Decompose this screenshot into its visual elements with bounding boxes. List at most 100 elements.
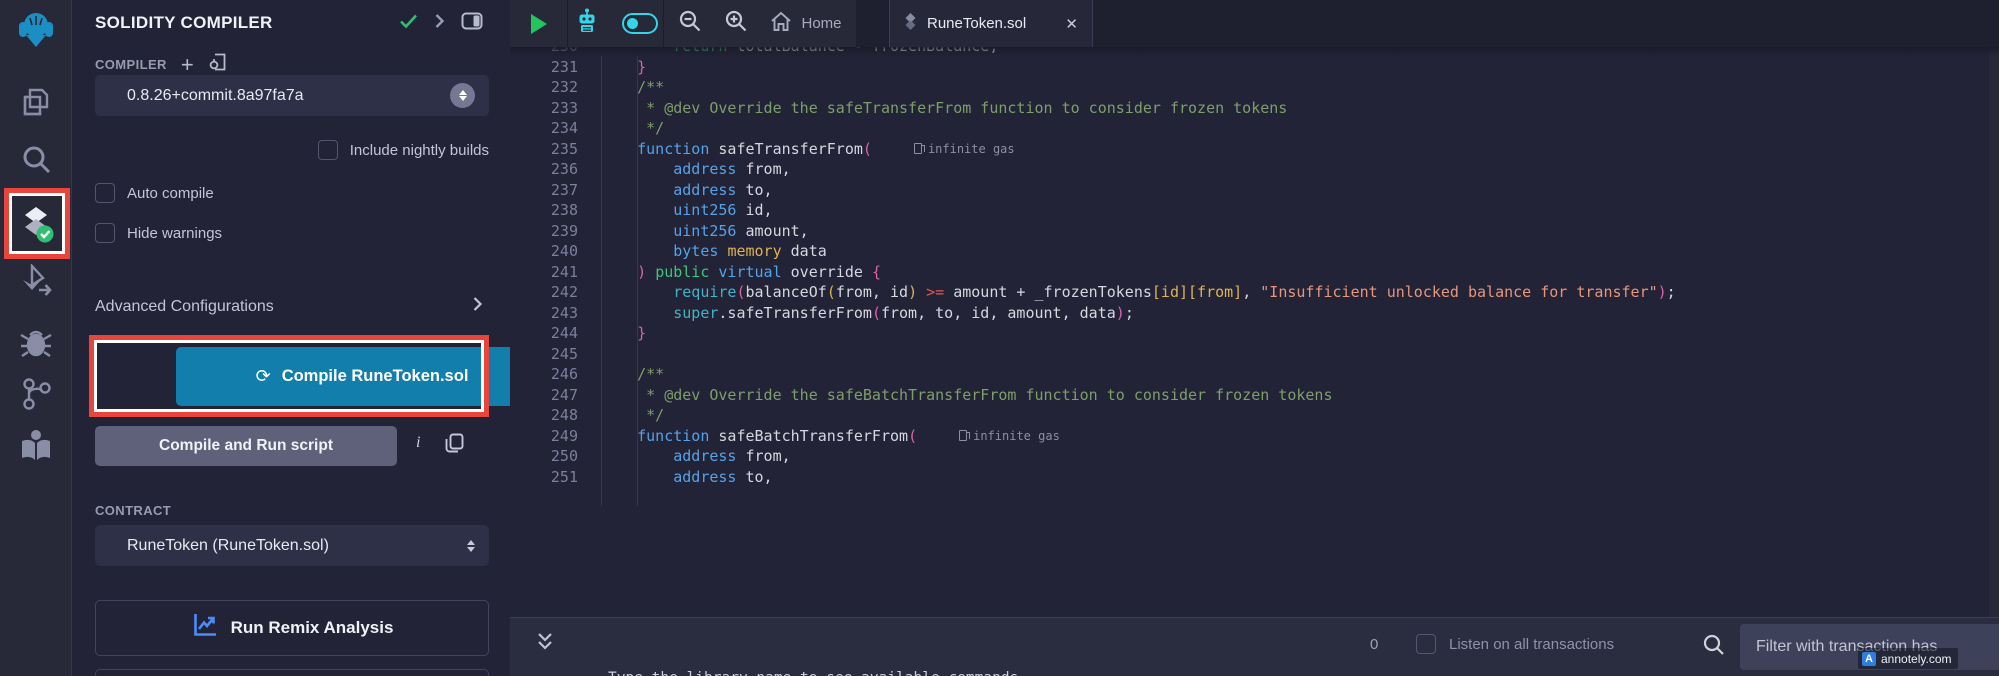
code-line-237[interactable]: 237 address to, — [510, 180, 1999, 201]
code-line-247[interactable]: 247 * @dev Override the safeBatchTransfe… — [510, 385, 1999, 406]
compiler-version-value: 0.8.26+commit.8a97fa7a — [127, 87, 304, 105]
solidity-file-icon — [904, 13, 917, 35]
advanced-configurations-toggle[interactable]: Advanced Configurations — [95, 296, 489, 317]
pin-panel-icon[interactable] — [461, 12, 483, 35]
deploy-and-run-icon[interactable] — [0, 260, 72, 304]
zoom-in-icon[interactable] — [724, 9, 748, 38]
compile-and-run-label: Compile and Run script — [159, 437, 333, 454]
editor-scrollbar[interactable] — [1989, 47, 1999, 617]
code-line-238[interactable]: 238 uint256 id, — [510, 200, 1999, 221]
code-line-234[interactable]: 234 */ — [510, 118, 1999, 139]
code-line-231[interactable]: 231 } — [510, 57, 1999, 78]
code-editor[interactable]: 230 return totalBalance - frozenBalance;… — [510, 47, 1999, 617]
annotely-watermark: A annotely.com — [1858, 648, 1958, 669]
code-line-251[interactable]: 251 address to, — [510, 467, 1999, 488]
code-line-241[interactable]: 241 ) public virtual override { — [510, 262, 1999, 283]
line-number: 234 — [510, 119, 578, 137]
code-text: /** — [601, 365, 664, 383]
contract-select[interactable]: RuneToken (RuneToken.sol) — [95, 525, 489, 566]
toolbar-icon-group: Home — [510, 0, 856, 47]
line-number: 233 — [510, 99, 578, 117]
include-nightly-builds-checkbox[interactable]: Include nightly builds — [318, 140, 489, 160]
line-number: 242 — [510, 283, 578, 301]
collapse-panel-icon[interactable] — [434, 13, 445, 34]
hide-warnings-checkbox[interactable]: Hide warnings — [95, 223, 222, 243]
source-control-icon[interactable] — [0, 372, 72, 416]
code-line-250[interactable]: 250 address from, — [510, 446, 1999, 467]
code-line-235[interactable]: 235 function safeTransferFrom(infinite g… — [510, 139, 1999, 160]
code-text: * @dev Override the safeTransferFrom fun… — [601, 99, 1287, 117]
learneth-icon[interactable] — [0, 424, 72, 468]
compile-button-label: Compile RuneToken.sol — [282, 367, 469, 386]
run-script-icon[interactable] — [531, 14, 547, 34]
auto-compile-checkbox[interactable]: Auto compile — [95, 183, 214, 203]
line-number: 251 — [510, 468, 578, 486]
code-line-240[interactable]: 240 bytes memory data — [510, 241, 1999, 262]
include-nightly-builds-label: Include nightly builds — [350, 142, 489, 159]
line-number: 236 — [510, 160, 578, 178]
code-line-245[interactable]: 245 — [510, 344, 1999, 365]
line-number: 243 — [510, 304, 578, 322]
code-line-232[interactable]: 232 /** — [510, 77, 1999, 98]
add-custom-compiler-icon[interactable]: + — [181, 58, 194, 72]
code-line-236[interactable]: 236 address from, — [510, 159, 1999, 180]
contract-select-value: RuneToken (RuneToken.sol) — [127, 537, 329, 555]
line-number: 249 — [510, 427, 578, 445]
compiler-version-select[interactable]: 0.8.26+commit.8a97fa7a — [95, 75, 489, 116]
panel-header: SOLIDITY COMPILER — [95, 10, 495, 36]
run-remix-analysis-button[interactable]: Run Remix Analysis — [95, 600, 489, 656]
checkbox-box[interactable] — [95, 223, 115, 243]
gas-pump-icon — [959, 430, 967, 441]
code-line-248[interactable]: 248 */ — [510, 405, 1999, 426]
close-tab-icon[interactable]: ✕ — [1065, 15, 1078, 33]
run-remix-analysis-label: Run Remix Analysis — [231, 618, 394, 638]
remix-logo[interactable] — [0, 8, 72, 52]
code-line-242[interactable]: 242 require(balanceOf(from, id) >= amoun… — [510, 282, 1999, 303]
listen-all-transactions-checkbox[interactable]: Listen on all transactions — [1416, 634, 1614, 654]
promote-compiler-icon[interactable] — [208, 52, 228, 77]
main-area: Home RuneToken.sol ✕ 230 return totalB — [510, 0, 1999, 676]
compile-and-run-button[interactable]: Compile and Run script — [95, 426, 397, 466]
annotely-logo: A — [1862, 652, 1876, 666]
checkbox-box[interactable] — [318, 140, 338, 160]
code-text: uint256 id, — [601, 201, 773, 219]
line-number: 241 — [510, 263, 578, 281]
compiled-check-icon — [399, 13, 418, 34]
home-tab-label: Home — [801, 15, 841, 32]
code-text: address to, — [601, 468, 773, 486]
code-line-239[interactable]: 239 uint256 amount, — [510, 221, 1999, 242]
code-lines: 230 return totalBalance - frozenBalance;… — [510, 47, 1999, 487]
code-line-246[interactable]: 246 /** — [510, 364, 1999, 385]
info-icon[interactable]: i — [416, 434, 420, 452]
code-text: } — [601, 58, 646, 76]
line-number: 231 — [510, 58, 578, 76]
solidity-compiler-icon[interactable] — [0, 198, 72, 250]
checkbox-box[interactable] — [1416, 634, 1436, 654]
next-button-partial[interactable] — [95, 669, 489, 676]
tab-runetoken[interactable]: RuneToken.sol ✕ — [889, 0, 1093, 47]
search-icon[interactable] — [0, 138, 72, 182]
terminal-search-icon[interactable] — [1702, 633, 1725, 661]
terminal-hint-text: Type the library name to see available c… — [608, 670, 1027, 676]
remix-ai-robot-icon[interactable] — [574, 8, 600, 39]
debugger-icon[interactable] — [0, 320, 72, 364]
code-text: */ — [601, 406, 664, 424]
code-line-243[interactable]: 243 super.safeTransferFrom(from, to, id,… — [510, 303, 1999, 324]
code-line-233[interactable]: 233 * @dev Override the safeTransferFrom… — [510, 98, 1999, 119]
ai-copilot-toggle[interactable] — [622, 13, 658, 34]
expand-terminal-icon[interactable] — [536, 631, 554, 658]
remix-ide-window: SOLIDITY COMPILER COMPILER + — [0, 0, 1999, 676]
line-number: 247 — [510, 386, 578, 404]
file-explorer-icon[interactable] — [0, 80, 72, 124]
tab-home[interactable]: Home — [770, 11, 841, 37]
toolbar-shadow — [510, 47, 1999, 57]
code-text: address from, — [601, 160, 791, 178]
compile-button[interactable]: ⟳ Compile RuneToken.sol — [176, 347, 548, 406]
code-line-244[interactable]: 244 } — [510, 323, 1999, 344]
advanced-configurations-label: Advanced Configurations — [95, 298, 274, 316]
code-line-249[interactable]: 249 function safeBatchTransferFrom(infin… — [510, 426, 1999, 447]
annotely-label: annotely.com — [1881, 652, 1951, 666]
copy-icon[interactable] — [445, 433, 464, 459]
zoom-out-icon[interactable] — [678, 9, 702, 38]
checkbox-box[interactable] — [95, 183, 115, 203]
